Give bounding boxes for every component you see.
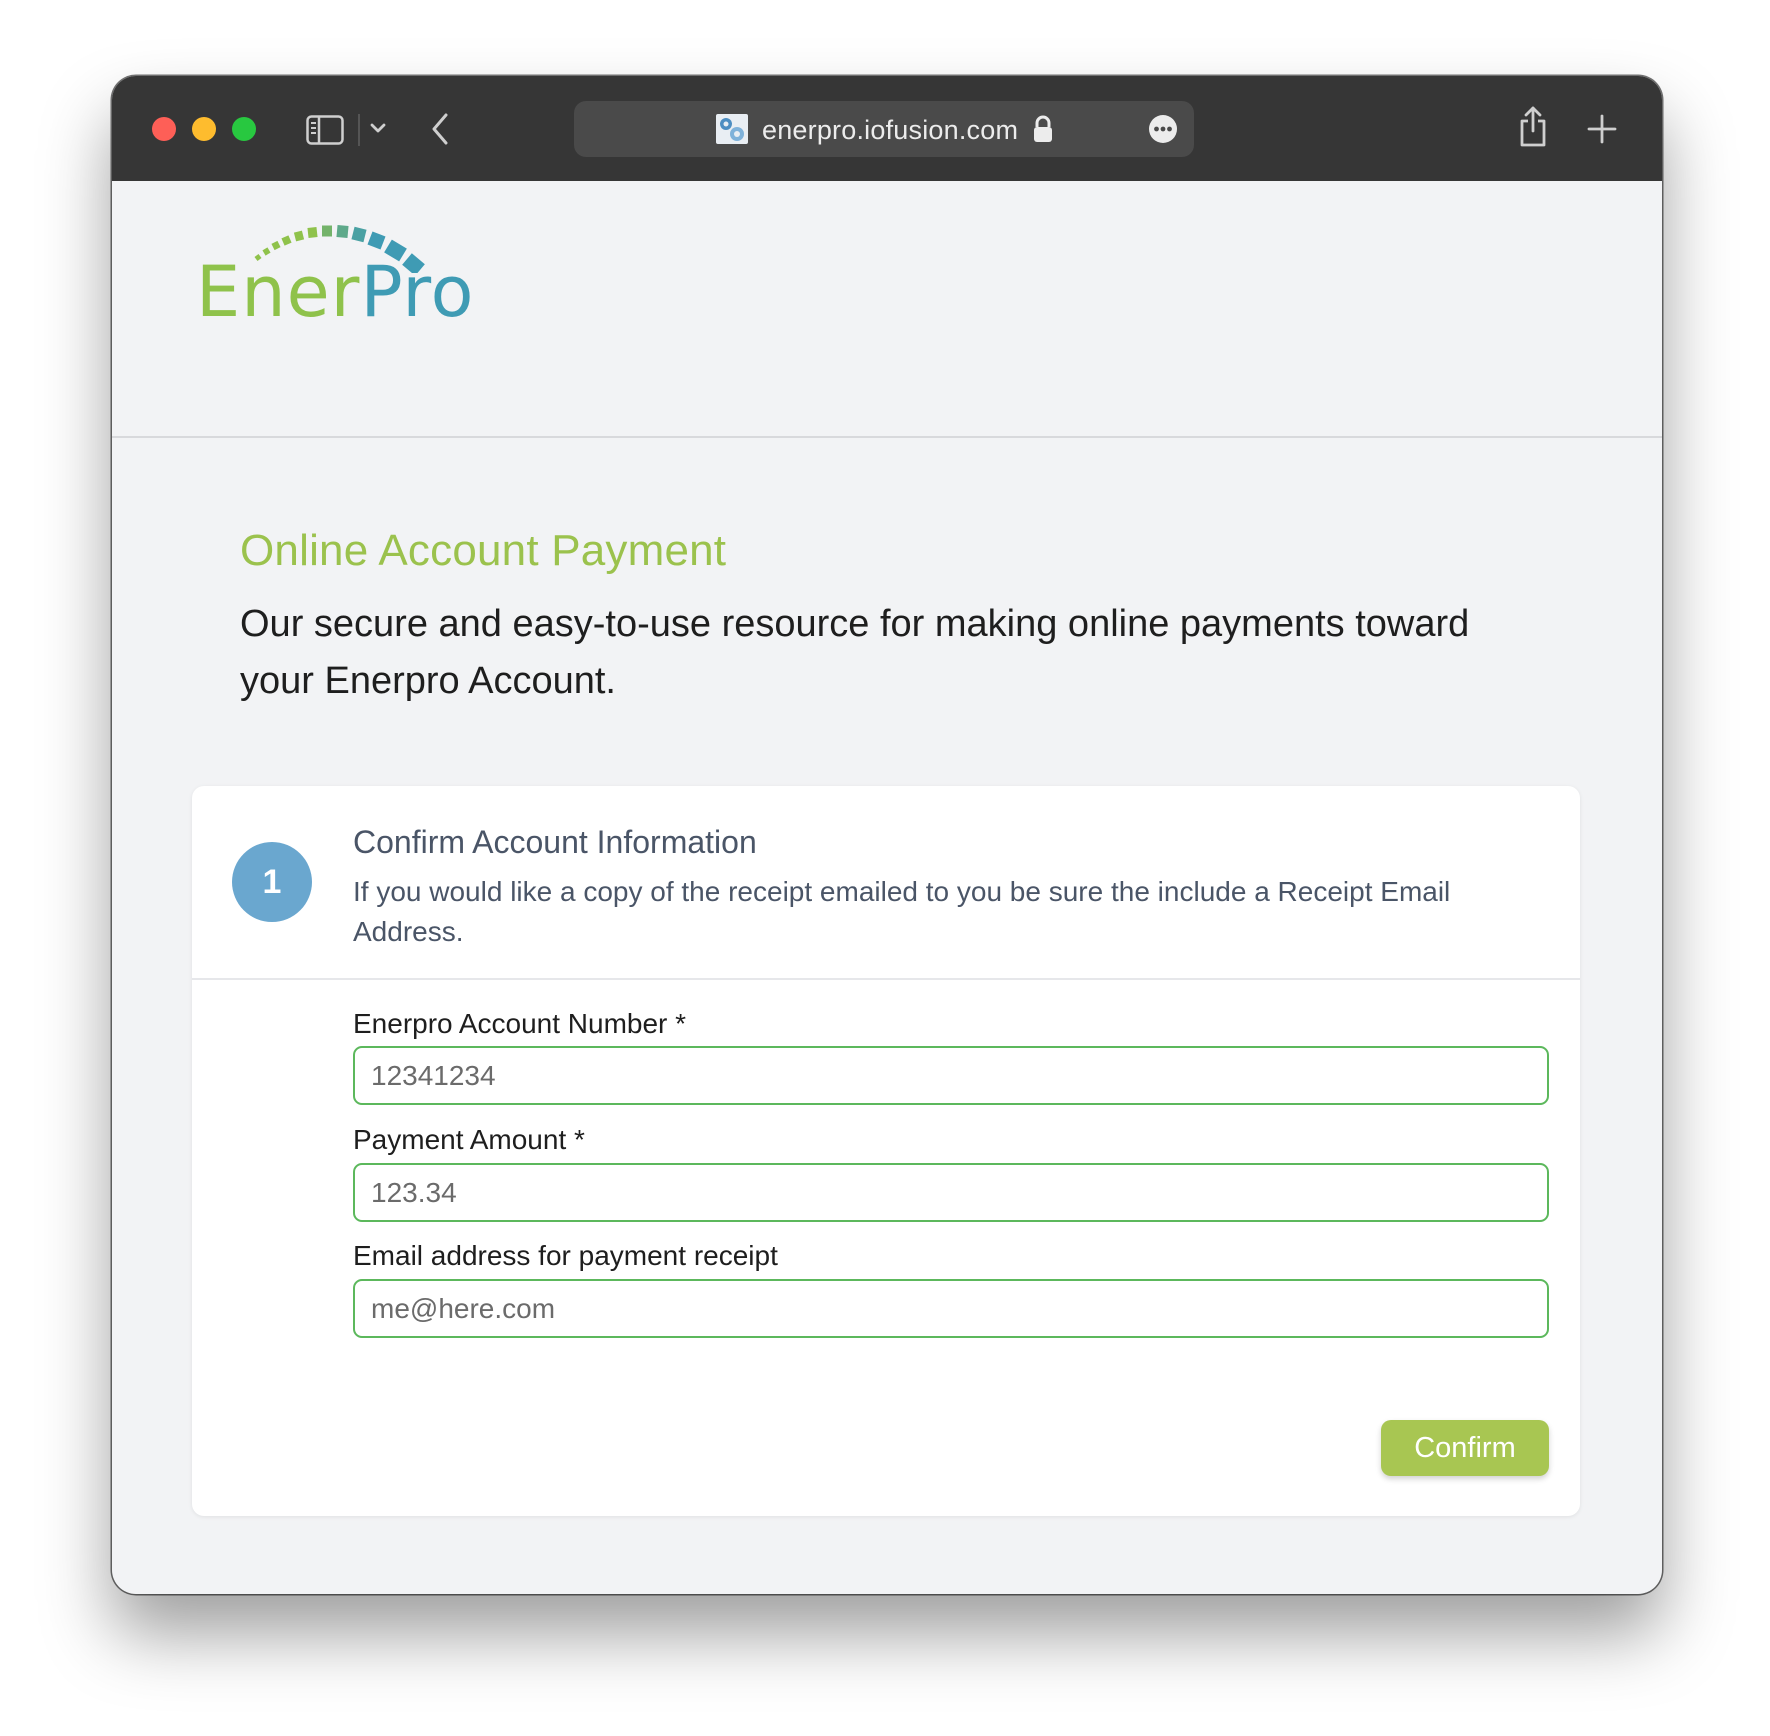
email-label: Email address for payment receipt: [353, 1240, 778, 1271]
email-input[interactable]: [353, 1279, 1549, 1338]
step-title: Confirm Account Information: [353, 824, 757, 860]
zoom-window-button[interactable]: [232, 117, 256, 141]
close-window-button[interactable]: [152, 117, 176, 141]
plus-icon[interactable]: [1587, 114, 1617, 144]
lock-icon: [1034, 115, 1052, 142]
page-title: Online Account Payment: [240, 526, 727, 575]
sidebar-icon[interactable]: [306, 115, 344, 145]
confirm-button[interactable]: Confirm: [1381, 1420, 1549, 1476]
step-number-badge: 1: [232, 842, 312, 922]
chevron-down-icon[interactable]: [369, 122, 387, 134]
page-description: Our secure and easy-to-use resource for …: [240, 603, 1470, 702]
site-header: EnerPro: [112, 181, 1662, 438]
logo-text-ener: Ener: [196, 251, 361, 333]
payment-amount-label: Payment Amount *: [353, 1124, 585, 1155]
site-favicon: [716, 114, 748, 144]
minimize-window-button[interactable]: [192, 117, 216, 141]
payment-amount-input[interactable]: [353, 1163, 1549, 1222]
browser-toolbar: enerpro.iofusion.com: [112, 76, 1662, 181]
url-text: enerpro.iofusion.com: [762, 115, 1019, 145]
toolbar-divider: [358, 114, 360, 146]
share-icon[interactable]: [1517, 104, 1549, 148]
account-number-label: Enerpro Account Number *: [353, 1008, 687, 1039]
step-description: If you would like a copy of the receipt …: [353, 876, 1451, 947]
back-arrow-icon[interactable]: [430, 112, 450, 146]
browser-window: enerpro.iofusion.com EnerPro Online Acco…: [112, 76, 1662, 1594]
address-bar[interactable]: enerpro.iofusion.com: [574, 101, 1194, 157]
account-number-input[interactable]: [353, 1046, 1549, 1105]
ellipsis-icon[interactable]: [1148, 114, 1178, 144]
enerpro-logo[interactable]: EnerPro: [196, 247, 475, 337]
logo-text-pro: Pro: [360, 251, 475, 333]
step-header: 1 Confirm Account Information If you wou…: [192, 786, 1580, 980]
